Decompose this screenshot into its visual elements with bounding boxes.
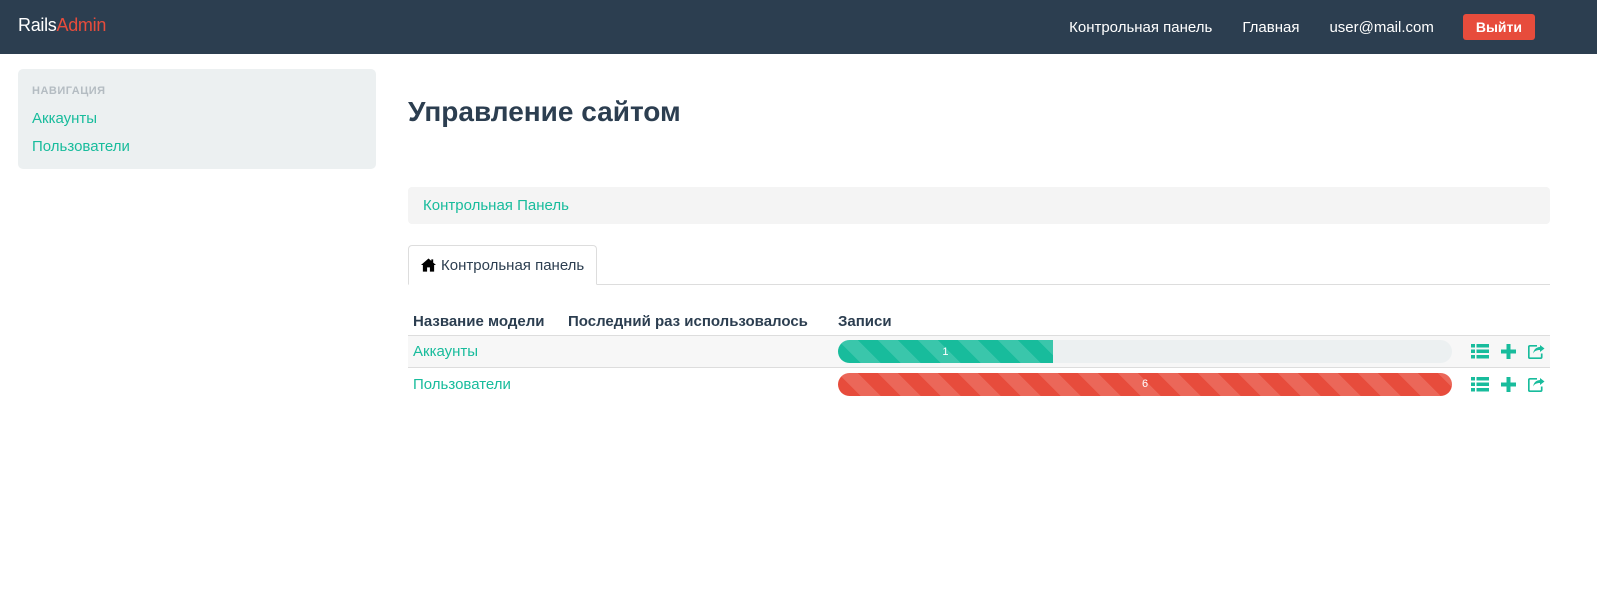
tabs-bar: Контрольная панель — [408, 245, 1550, 285]
column-header-last-used: Последний раз использовалось — [568, 313, 808, 330]
models-table: Название модели Последний раз использова… — [408, 308, 1550, 400]
nav-link-dashboard[interactable]: Контрольная панель — [1069, 19, 1212, 36]
sidebar-heading: Навигация — [32, 85, 106, 97]
records-cell: 1 — [838, 340, 1452, 363]
list-icon[interactable] — [1466, 373, 1494, 395]
brand-logo[interactable]: RailsAdmin — [18, 15, 106, 36]
list-icon[interactable] — [1466, 341, 1494, 363]
brand-main-text: Rails — [18, 15, 57, 35]
table-header: Название модели Последний раз использова… — [408, 308, 1550, 336]
sidebar: Навигация Аккаунты Пользователи — [18, 69, 376, 169]
records-count: 1 — [942, 345, 949, 358]
records-progress-bar: 1 — [838, 340, 1452, 363]
records-progress-fill: 6 — [838, 372, 1452, 396]
records-count: 6 — [1141, 378, 1149, 390]
plus-icon[interactable] — [1494, 373, 1522, 395]
records-progress-fill: 1 — [838, 340, 1053, 363]
tab-dashboard[interactable]: Контрольная панель — [408, 245, 598, 285]
page-title: Управление сайтом — [408, 96, 681, 127]
column-header-records: Записи — [838, 313, 892, 330]
nav-link-user-email[interactable]: user@mail.com — [1329, 19, 1433, 36]
navbar-right: Контрольная панель Главная user@mail.com… — [1069, 0, 1597, 54]
breadcrumb-link-dashboard[interactable]: Контрольная Панель — [423, 197, 569, 214]
row-actions — [1466, 373, 1550, 395]
top-navbar: RailsAdmin Контрольная панель Главная us… — [0, 0, 1597, 54]
brand-accent-text: Admin — [56, 15, 107, 35]
row-actions — [1466, 341, 1550, 363]
tab-label: Контрольная панель — [441, 256, 585, 274]
table-row: Пользователи 6 — [408, 368, 1550, 400]
export-icon[interactable] — [1522, 373, 1550, 395]
nav-link-home[interactable]: Главная — [1242, 19, 1299, 36]
plus-icon[interactable] — [1494, 341, 1522, 363]
home-icon — [421, 258, 436, 272]
model-link-users[interactable]: Пользователи — [408, 376, 838, 393]
breadcrumb: Контрольная Панель — [408, 187, 1550, 224]
model-link-accounts[interactable]: Аккаунты — [408, 343, 838, 360]
sidebar-item-users[interactable]: Пользователи — [32, 133, 362, 161]
records-cell: 6 — [838, 372, 1452, 396]
logout-button[interactable]: Выйти — [1462, 14, 1535, 40]
table-row: Аккаунты 1 — [408, 336, 1550, 368]
column-header-model-name: Название модели — [413, 313, 545, 330]
records-progress-bar: 6 — [838, 372, 1452, 396]
export-icon[interactable] — [1522, 341, 1550, 363]
sidebar-item-accounts[interactable]: Аккаунты — [32, 105, 362, 133]
